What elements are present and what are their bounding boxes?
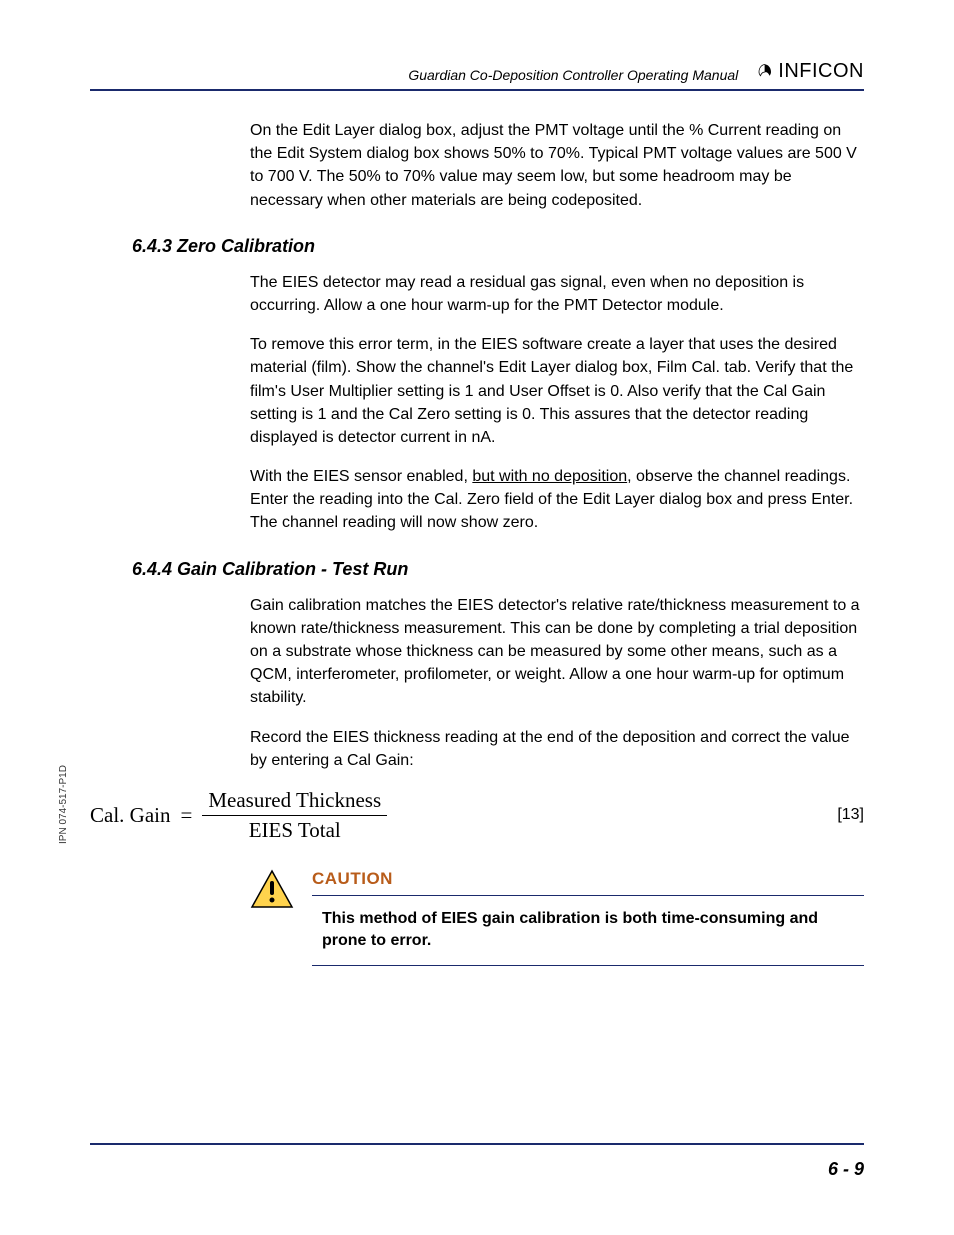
p3-lead: With the EIES sensor enabled, [250, 468, 472, 485]
caution-rule-bottom [312, 965, 864, 966]
caution-title: CAUTION [312, 869, 864, 889]
section-644-p1: Gain calibration matches the EIES detect… [250, 594, 864, 710]
section-heading-644: 6.4.4 Gain Calibration - Test Run [132, 559, 864, 580]
section-643-p1: The EIES detector may read a residual ga… [250, 271, 864, 317]
caution-rule-top [312, 895, 864, 896]
caution-icon [250, 869, 294, 914]
equation-number: [13] [837, 806, 864, 824]
equation-row: Cal. Gain = Measured Thickness EIES Tota… [90, 788, 864, 843]
section-643-p2: To remove this error term, in the EIES s… [250, 333, 864, 449]
eq-fraction: Measured Thickness EIES Total [202, 788, 387, 843]
eq-equals: = [180, 803, 192, 828]
side-ipn-label: IPN 074-517-P1D [58, 765, 69, 844]
page-number: 6 - 9 [828, 1159, 864, 1180]
caution-block: CAUTION This method of EIES gain calibra… [250, 869, 864, 972]
eq-denominator: EIES Total [243, 816, 347, 843]
intro-paragraph: On the Edit Layer dialog box, adjust the… [250, 119, 864, 212]
header-row: Guardian Co-Deposition Controller Operat… [90, 60, 864, 83]
brand-logo: INFICON [756, 60, 864, 83]
p3-underlined: but with no deposition [472, 468, 627, 485]
caution-content: CAUTION This method of EIES gain calibra… [312, 869, 864, 972]
header-rule [90, 89, 864, 91]
logo-mark-icon [756, 63, 774, 81]
logo-text: INFICON [778, 60, 864, 83]
page: Guardian Co-Deposition Controller Operat… [0, 0, 954, 1235]
eq-lhs: Cal. Gain [90, 803, 170, 828]
manual-title: Guardian Co-Deposition Controller Operat… [408, 67, 738, 83]
section-644-p2: Record the EIES thickness reading at the… [250, 726, 864, 772]
eq-numerator: Measured Thickness [202, 788, 387, 815]
section-heading-643: 6.4.3 Zero Calibration [132, 236, 864, 257]
section-643-p3: With the EIES sensor enabled, but with n… [250, 465, 864, 535]
equation: Cal. Gain = Measured Thickness EIES Tota… [90, 788, 387, 843]
footer-rule [90, 1143, 864, 1145]
caution-text: This method of EIES gain calibration is … [312, 902, 864, 959]
